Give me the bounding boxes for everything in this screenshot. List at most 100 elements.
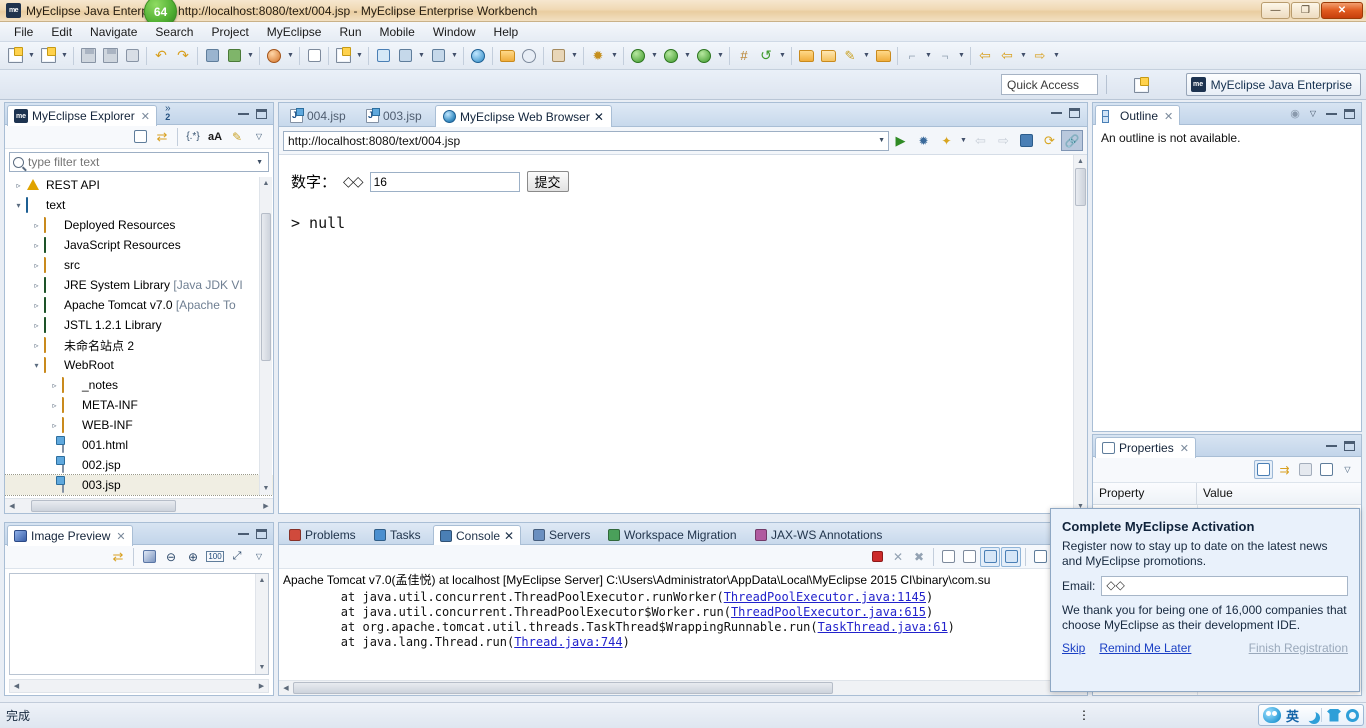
close-button[interactable]: ✕ — [1321, 2, 1363, 19]
zoom-in-icon[interactable]: ⊕ — [183, 547, 203, 567]
explorer-horizontal-scrollbar[interactable]: ◀ ▶ — [5, 498, 273, 513]
open-perspective-icon[interactable] — [1130, 75, 1152, 95]
clear-console-icon[interactable] — [938, 547, 958, 567]
next-annotation-dropdown-icon[interactable]: ▼ — [923, 45, 934, 67]
tree-item[interactable]: ▹ src — [5, 255, 273, 275]
external-tools-dropdown-icon[interactable]: ▼ — [609, 45, 620, 67]
tree-item[interactable]: ▹ REST API — [5, 175, 273, 195]
maximize-icon[interactable] — [1342, 107, 1356, 120]
menu-run[interactable]: Run — [330, 23, 370, 41]
package-dropdown-icon[interactable]: ▼ — [569, 45, 580, 67]
tree-item[interactable]: ▹ Apache Tomcat v7.0 [Apache To — [5, 295, 273, 315]
calendar-icon[interactable] — [372, 45, 394, 67]
expand-arrow-icon[interactable]: ▹ — [31, 240, 42, 251]
expand-arrow-icon[interactable]: ▹ — [31, 220, 42, 231]
maximize-icon[interactable] — [254, 527, 268, 540]
expand-arrow-icon[interactable]: ▹ — [49, 420, 60, 431]
search-pencil-icon[interactable]: ✎ — [839, 45, 861, 67]
go-icon[interactable]: ▶ — [889, 130, 912, 152]
minimize-icon[interactable] — [236, 107, 250, 120]
link-with-editor-icon[interactable]: ⇄ — [152, 127, 172, 147]
moon-icon[interactable] — [1304, 709, 1316, 721]
customize-icon[interactable]: ✎ — [227, 127, 247, 147]
scrollbar-thumb[interactable] — [31, 500, 176, 512]
scroll-down-icon[interactable]: ▼ — [260, 482, 272, 495]
quick-access-input[interactable]: Quick Access — [1001, 74, 1098, 95]
minimize-button[interactable]: — — [1261, 2, 1290, 19]
undo-icon[interactable]: ↶ — [150, 45, 172, 67]
tree-item[interactable]: ▹ _notes — [5, 375, 273, 395]
menu-myeclipse[interactable]: MyEclipse — [258, 23, 331, 41]
forward-arrow-icon[interactable]: ⇨ — [1029, 45, 1051, 67]
show-categories-icon[interactable] — [1254, 460, 1273, 479]
next-annotation-icon[interactable]: ⌐ — [901, 45, 923, 67]
sogou-bird-icon[interactable] — [1262, 707, 1281, 723]
redo-icon[interactable]: ↷ — [172, 45, 194, 67]
expand-arrow-icon[interactable]: ▹ — [31, 260, 42, 271]
database-explorer-icon[interactable] — [263, 45, 285, 67]
image-preview-horizontal-scrollbar[interactable]: ◀ ▶ — [9, 679, 269, 693]
tab-outline[interactable]: Outline ✕ — [1095, 105, 1181, 126]
menu-mobile[interactable]: Mobile — [371, 23, 424, 41]
zoom-100-icon[interactable]: 100 — [205, 547, 225, 567]
tab-myeclipse-explorer[interactable]: me MyEclipse Explorer ✕ — [7, 105, 157, 126]
show-advanced-icon[interactable]: ⇉ — [1275, 460, 1294, 479]
chevron-down-icon[interactable]: ▼ — [878, 137, 885, 144]
generate-dropdown-icon[interactable]: ▼ — [777, 45, 788, 67]
submit-button[interactable]: 提交 — [526, 171, 569, 192]
open-resource-icon[interactable] — [817, 45, 839, 67]
run-history-icon[interactable] — [660, 45, 682, 67]
console-output[interactable]: Apache Tomcat v7.0(孟佳悦) at localhost [My… — [279, 569, 1087, 679]
run-server-dropdown-icon[interactable]: ▼ — [245, 45, 256, 67]
stop-icon[interactable] — [1015, 130, 1038, 152]
new-page-dropdown-icon[interactable]: ▼ — [958, 130, 969, 152]
new-file-dropdown-icon[interactable]: ▼ — [59, 45, 70, 67]
expand-arrow-icon[interactable]: ▹ — [49, 400, 60, 411]
link-icon[interactable]: 🔗 — [1061, 130, 1083, 151]
view-menu-icon[interactable]: ▽ — [249, 547, 269, 567]
uml-icon[interactable] — [332, 45, 354, 67]
tree-item[interactable]: 003.jsp — [5, 474, 273, 496]
console-horizontal-scrollbar[interactable]: ◀ ▶ — [279, 680, 1087, 695]
remove-all-icon[interactable]: ✖ — [909, 547, 929, 567]
debug-icon[interactable] — [693, 45, 715, 67]
globe-icon[interactable] — [467, 45, 489, 67]
forward-arrow-dropdown-icon[interactable]: ▼ — [1051, 45, 1062, 67]
ime-language-label[interactable]: 英 — [1286, 706, 1299, 725]
editor-tab-004-jsp[interactable]: 004.jsp — [283, 105, 353, 127]
new-tab-icon[interactable] — [1317, 460, 1336, 479]
maximize-icon[interactable] — [1067, 106, 1081, 119]
new-wizard-dropdown-icon[interactable]: ▼ — [26, 45, 37, 67]
menu-navigate[interactable]: Navigate — [81, 23, 146, 41]
save-icon[interactable] — [77, 45, 99, 67]
skip-link[interactable]: Skip — [1062, 641, 1085, 655]
uml-dropdown-icon[interactable]: ▼ — [354, 45, 365, 67]
menu-search[interactable]: Search — [146, 23, 202, 41]
matrix-icon[interactable] — [303, 45, 325, 67]
forward-icon[interactable]: ⇨ — [992, 130, 1015, 152]
console-tab-workspace-migration[interactable]: Workspace Migration — [602, 524, 743, 545]
status-resize-grip[interactable]: ⋮ — [1078, 708, 1090, 724]
zoom-out-icon[interactable]: ⊖ — [161, 547, 181, 567]
number-input[interactable] — [369, 171, 520, 192]
tab-image-preview[interactable]: Image Preview ✕ — [7, 525, 133, 546]
open-task-icon[interactable] — [872, 45, 894, 67]
mobile-project-icon[interactable] — [427, 45, 449, 67]
open-type-icon[interactable] — [795, 45, 817, 67]
menu-window[interactable]: Window — [424, 23, 485, 41]
search-dropdown-icon[interactable]: ▼ — [861, 45, 872, 67]
expand-arrow-icon[interactable]: ▹ — [31, 320, 42, 331]
menu-edit[interactable]: Edit — [42, 23, 81, 41]
console-tab-servers[interactable]: Servers — [527, 524, 596, 545]
url-bar[interactable]: http://localhost:8080/text/004.jsp ▼ — [283, 130, 889, 151]
web-project-dropdown-icon[interactable]: ▼ — [416, 45, 427, 67]
scroll-right-icon[interactable]: ▶ — [255, 680, 268, 692]
scroll-left-icon[interactable]: ◀ — [279, 681, 293, 695]
external-tools-icon[interactable]: ✹ — [587, 45, 609, 67]
case-sensitive-icon[interactable]: aA — [205, 127, 225, 147]
editor-tab-003-jsp[interactable]: 003.jsp — [359, 105, 429, 127]
tshirt-icon[interactable] — [1327, 708, 1341, 722]
filter-icon[interactable]: {.*} — [183, 127, 203, 147]
tab-properties[interactable]: Properties ✕ — [1095, 437, 1196, 458]
stack-trace-link[interactable]: ThreadPoolExecutor.java:1145 — [724, 590, 926, 604]
